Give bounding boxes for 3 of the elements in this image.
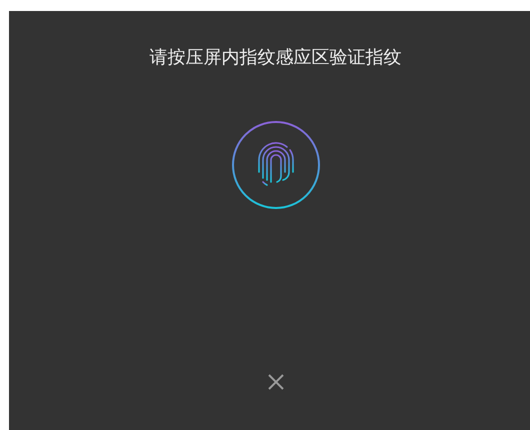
prompt-text: 请按压屏内指纹感应区验证指纹 — [150, 46, 402, 70]
fingerprint-icon — [230, 120, 320, 210]
close-icon — [266, 373, 284, 391]
